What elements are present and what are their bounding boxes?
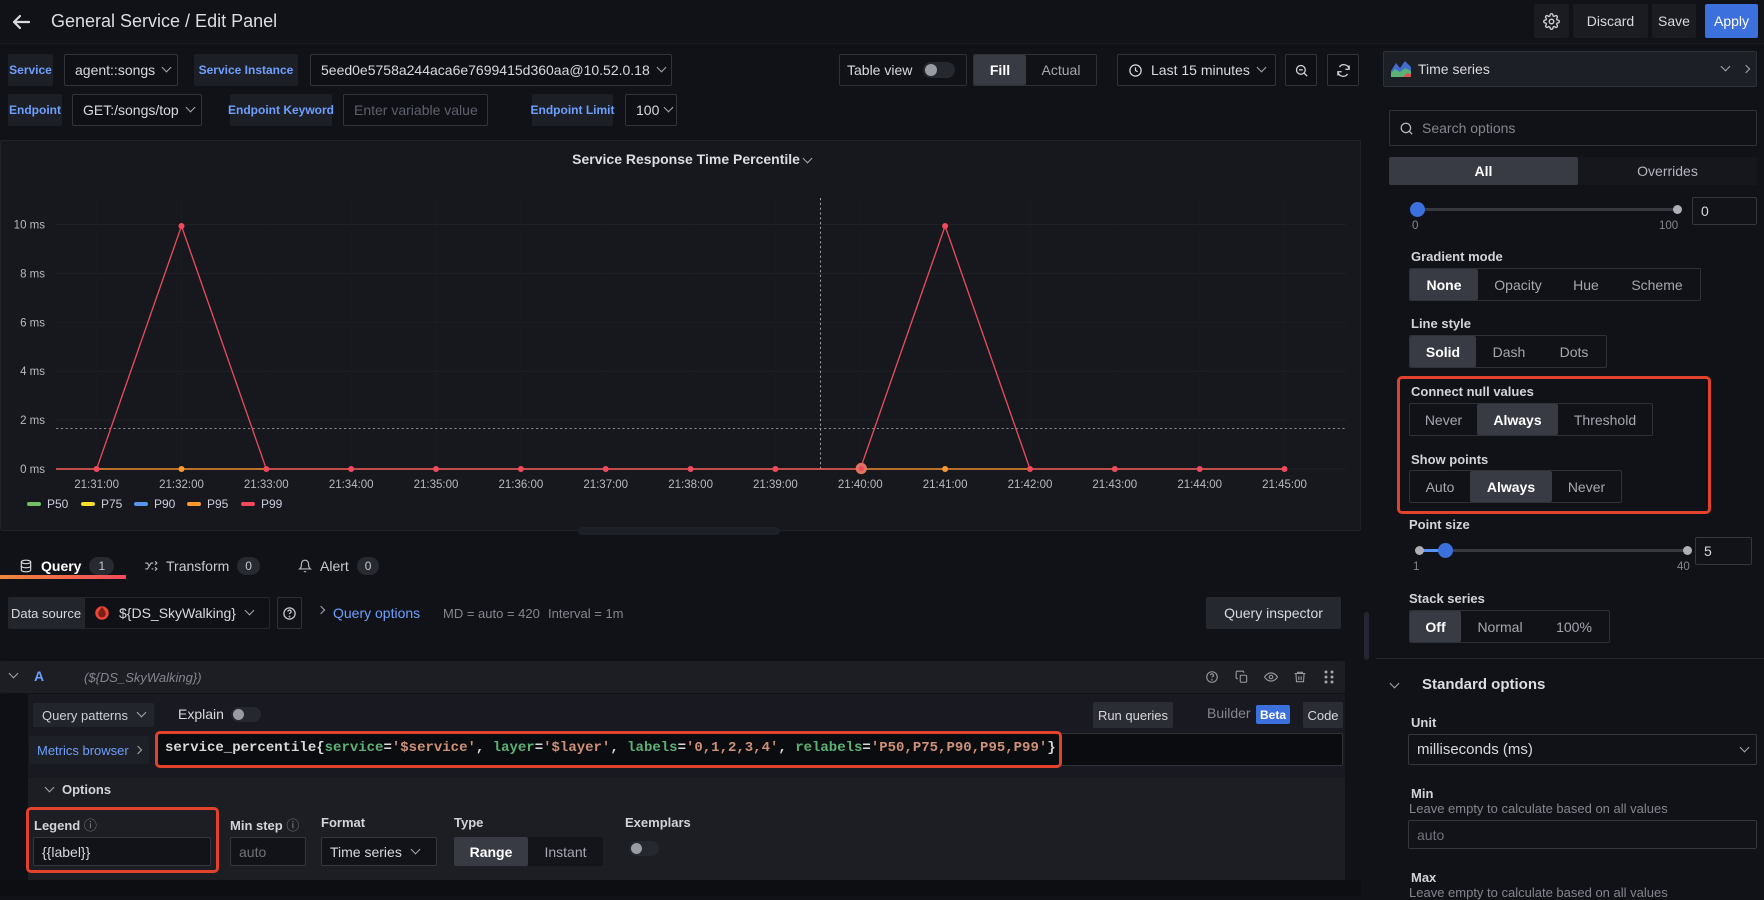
svg-text:21:32:00: 21:32:00 bbox=[159, 479, 204, 491]
svg-text:21:38:00: 21:38:00 bbox=[668, 479, 713, 491]
svg-text:4 ms: 4 ms bbox=[20, 366, 45, 378]
svg-text:21:39:00: 21:39:00 bbox=[753, 479, 798, 491]
svg-text:0 ms: 0 ms bbox=[20, 464, 45, 476]
svg-text:21:45:00: 21:45:00 bbox=[1262, 479, 1307, 491]
svg-text:P75: P75 bbox=[101, 497, 123, 511]
svg-text:21:36:00: 21:36:00 bbox=[499, 479, 544, 491]
svg-text:21:31:00: 21:31:00 bbox=[74, 479, 119, 491]
svg-text:8 ms: 8 ms bbox=[20, 268, 45, 280]
svg-text:6 ms: 6 ms bbox=[20, 317, 45, 329]
svg-text:P99: P99 bbox=[261, 497, 283, 511]
svg-text:10 ms: 10 ms bbox=[14, 220, 46, 232]
svg-text:21:37:00: 21:37:00 bbox=[583, 479, 628, 491]
svg-text:21:43:00: 21:43:00 bbox=[1092, 479, 1137, 491]
svg-text:2 ms: 2 ms bbox=[20, 415, 45, 427]
svg-text:P50: P50 bbox=[47, 497, 69, 511]
svg-text:21:42:00: 21:42:00 bbox=[1008, 479, 1053, 491]
svg-text:21:41:00: 21:41:00 bbox=[923, 479, 968, 491]
svg-text:21:33:00: 21:33:00 bbox=[244, 479, 289, 491]
svg-text:21:34:00: 21:34:00 bbox=[329, 479, 374, 491]
svg-text:P95: P95 bbox=[207, 497, 229, 511]
svg-text:21:35:00: 21:35:00 bbox=[414, 479, 459, 491]
svg-text:21:40:00: 21:40:00 bbox=[838, 479, 883, 491]
svg-text:21:44:00: 21:44:00 bbox=[1177, 479, 1222, 491]
svg-text:P90: P90 bbox=[154, 497, 176, 511]
